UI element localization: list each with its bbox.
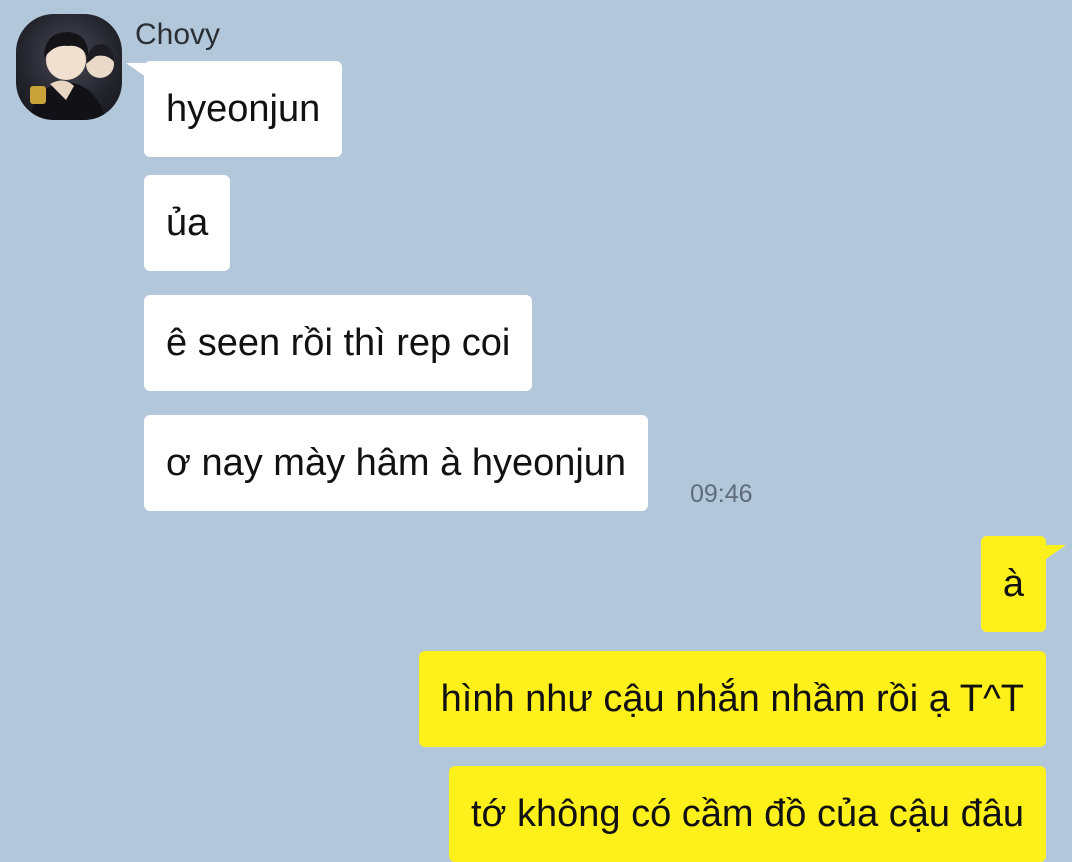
incoming-message-bubble[interactable]: hyeonjun bbox=[144, 61, 343, 157]
incoming-message-bubble[interactable]: ơ nay mày hâm à hyeonjun bbox=[144, 415, 649, 511]
outgoing-message-bubble[interactable]: tớ không có cầm đồ của cậu đâu bbox=[448, 766, 1046, 862]
avatar-image bbox=[30, 32, 114, 120]
incoming-message-bubble[interactable]: ủa bbox=[144, 175, 231, 271]
outgoing-bubble-tail bbox=[1046, 545, 1066, 559]
incoming-message-bubble[interactable]: ê seen rồi thì rep coi bbox=[144, 295, 533, 391]
incoming-bubble-tail bbox=[126, 63, 146, 77]
outgoing-message-bubble[interactable]: hình như cậu nhắn nhầm rồi ạ T^T bbox=[418, 651, 1046, 747]
sender-name: Chovy bbox=[135, 18, 221, 51]
sender-avatar[interactable] bbox=[16, 14, 122, 120]
message-timestamp: 09:46 bbox=[690, 480, 753, 508]
outgoing-message-bubble[interactable]: à bbox=[980, 536, 1046, 632]
